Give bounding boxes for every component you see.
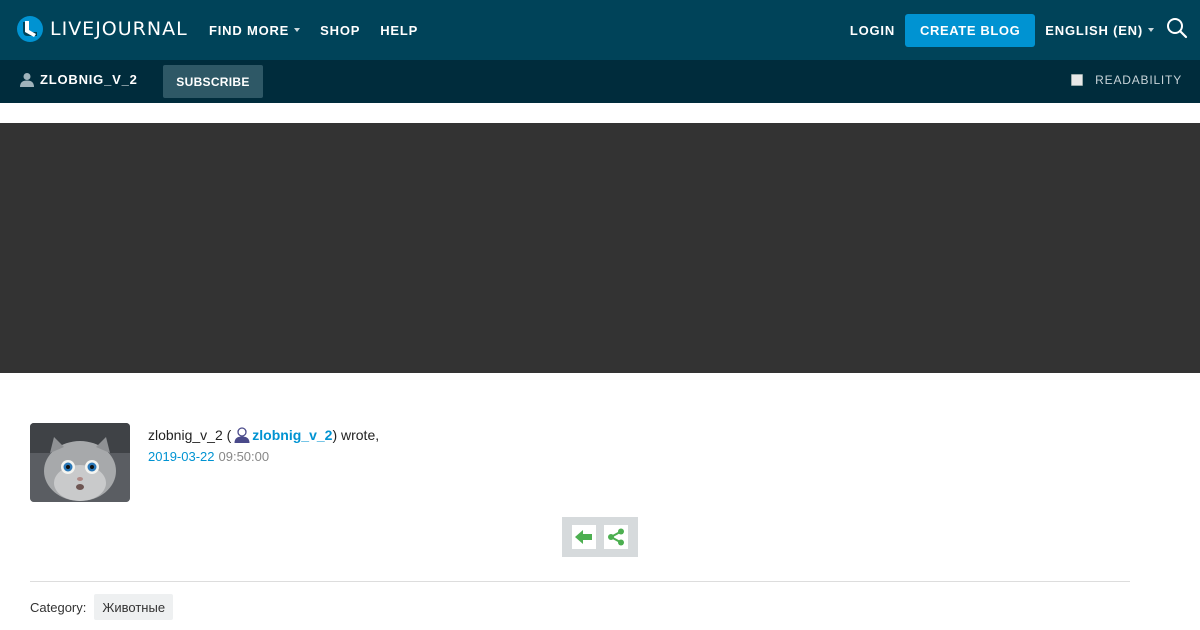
post-actions xyxy=(562,517,638,557)
language-selector[interactable]: ENGLISH (EN) xyxy=(1045,23,1154,38)
livejournal-logo[interactable]: LIVEJOURNAL xyxy=(16,15,188,43)
nav-help-label: HELP xyxy=(380,22,419,38)
nav-shop[interactable]: SHOP xyxy=(320,23,360,38)
language-label: ENGLISH (EN) xyxy=(1045,22,1143,38)
readability-label: READABILITY xyxy=(1095,73,1182,87)
share-button[interactable] xyxy=(604,525,628,549)
post-date-link[interactable]: 2019-03-22 xyxy=(148,449,215,464)
chevron-down-icon xyxy=(294,28,301,32)
nav-find-more[interactable]: FIND MORE xyxy=(209,22,301,38)
category-label: Category: xyxy=(30,599,87,615)
journal-subbar: ZLOBNIG_V_2 SUBSCRIBE READABILITY xyxy=(0,60,1200,103)
journal-username: ZLOBNIG_V_2 xyxy=(40,72,138,87)
reply-arrow-icon xyxy=(575,530,592,544)
nav-help[interactable]: HELP xyxy=(380,23,418,38)
journal-banner xyxy=(0,123,1200,373)
author-line: zlobnig_v_2 ( zlobnig_v_2 ) wrote, xyxy=(148,426,379,444)
header-right-nav: LOGIN CREATE BLOG ENGLISH (EN) xyxy=(850,0,1200,60)
wrote-text: ) wrote, xyxy=(332,427,380,443)
post-meta: zlobnig_v_2 ( zlobnig_v_2 ) wrote, 2019-… xyxy=(148,426,379,465)
livejournal-logo-icon xyxy=(17,16,43,42)
subscribe-label: SUBSCRIBE xyxy=(176,74,250,89)
share-icon xyxy=(608,528,624,546)
user-icon xyxy=(20,73,34,87)
readability-toggle[interactable]: READABILITY xyxy=(1071,73,1182,87)
nav-shop-label: SHOP xyxy=(320,22,361,38)
subscribe-button[interactable]: SUBSCRIBE xyxy=(163,65,263,98)
category-tag[interactable]: Животные xyxy=(94,594,174,620)
date-line: 2019-03-22 09:50:00 xyxy=(148,447,379,465)
user-icon xyxy=(234,427,250,443)
search-icon[interactable] xyxy=(1166,17,1188,39)
main-nav: FIND MORE SHOP HELP xyxy=(209,0,438,60)
readability-checkbox[interactable] xyxy=(1071,74,1084,86)
author-name: zlobnig_v_2 xyxy=(148,427,223,443)
category-row: Category: Животные xyxy=(30,594,174,620)
divider xyxy=(30,581,1130,582)
avatar[interactable] xyxy=(30,423,130,502)
logo-text: LIVEJOURNAL xyxy=(50,18,188,40)
reply-button[interactable] xyxy=(572,525,596,549)
cat-avatar-image xyxy=(30,423,130,502)
post-time: 09:50:00 xyxy=(218,448,270,464)
nav-find-more-label: FIND MORE xyxy=(209,22,290,38)
login-link[interactable]: LOGIN xyxy=(850,23,895,38)
journal-user-link[interactable]: ZLOBNIG_V_2 xyxy=(20,72,138,87)
create-blog-button[interactable]: CREATE BLOG xyxy=(905,13,1036,47)
chevron-down-icon xyxy=(1148,28,1154,32)
journal-link[interactable]: zlobnig_v_2 xyxy=(252,427,332,443)
open-paren: ( xyxy=(222,427,232,443)
top-navigation-bar: LIVEJOURNAL FIND MORE SHOP HELP LOGIN CR… xyxy=(0,0,1200,60)
create-blog-label: CREATE BLOG xyxy=(920,22,1021,38)
